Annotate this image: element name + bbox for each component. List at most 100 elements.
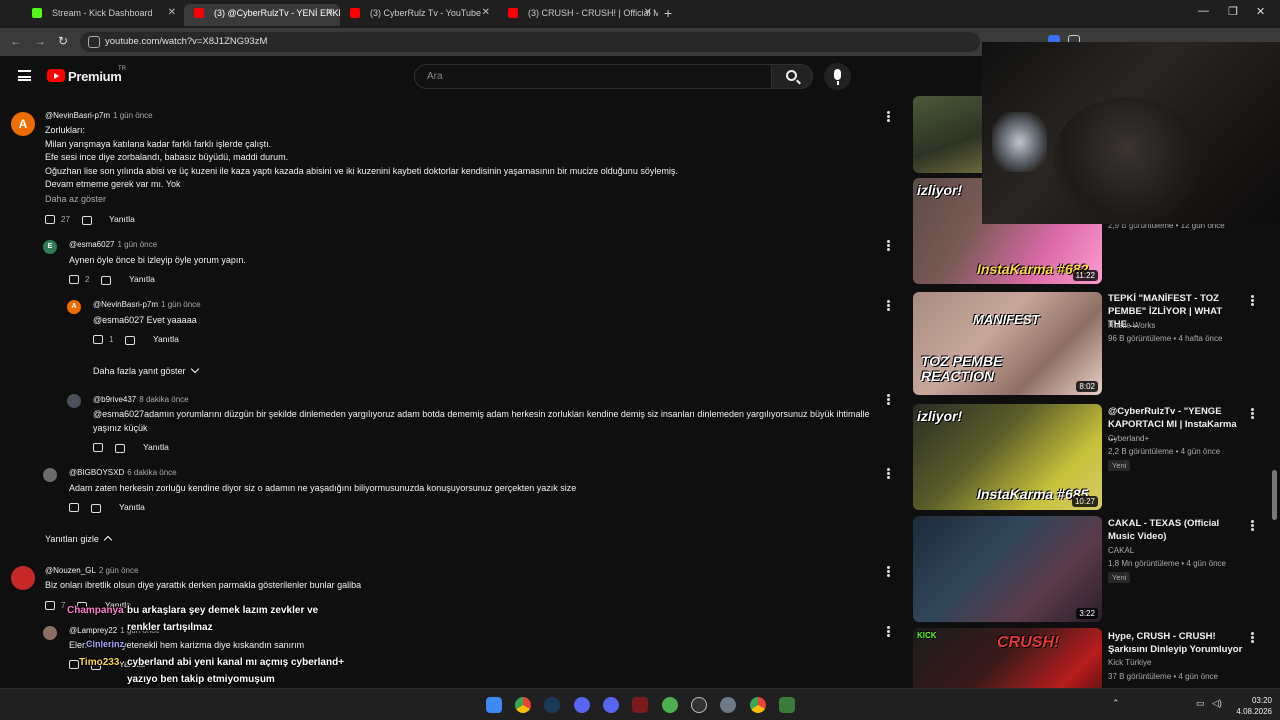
author-handle[interactable]: @NevinBasri-p7m: [45, 111, 110, 120]
video-thumbnail[interactable]: izliyor! InstaKarma #685 10:27: [913, 404, 1102, 510]
network-icon[interactable]: ▭: [1196, 698, 1205, 709]
author-handle[interactable]: @Nouzen_GL: [45, 566, 96, 575]
like-icon[interactable]: [93, 443, 103, 452]
video-thumbnail[interactable]: [913, 96, 987, 173]
avatar[interactable]: [67, 394, 81, 408]
video-title[interactable]: CAKAL - TEXAS (Official Music Video): [1108, 517, 1243, 543]
video-thumbnail[interactable]: KICK CRUSH!: [913, 628, 1102, 688]
comment-author[interactable]: @esma6027 1 gün önce: [69, 240, 157, 249]
avatar[interactable]: [11, 566, 35, 590]
reply-button[interactable]: Yanıtla: [129, 274, 155, 284]
hide-replies-button[interactable]: Yanıtları gizle: [45, 534, 113, 545]
like-icon[interactable]: [93, 335, 103, 344]
shield-icon[interactable]: [632, 697, 648, 713]
dislike-icon[interactable]: [101, 276, 111, 285]
forward-icon[interactable]: →: [34, 34, 46, 48]
site-info-icon[interactable]: [88, 36, 100, 48]
more-options-icon[interactable]: [1251, 520, 1254, 531]
comment-author[interactable]: @NevinBasri-p7m 1 gün önce: [93, 300, 201, 309]
more-options-icon[interactable]: [887, 566, 890, 577]
steam-icon[interactable]: [544, 697, 560, 713]
comment-time[interactable]: 1 gün önce: [113, 111, 153, 120]
hamburger-menu-icon[interactable]: [18, 70, 31, 81]
back-icon[interactable]: ←: [10, 34, 22, 48]
more-options-icon[interactable]: [887, 300, 890, 311]
avatar[interactable]: A: [67, 300, 81, 314]
video-title[interactable]: Hype, CRUSH - CRUSH! Şarkısını Dinleyip …: [1108, 630, 1243, 656]
minimize-icon[interactable]: —: [1198, 5, 1209, 17]
author-handle[interactable]: @esma6027: [69, 240, 114, 249]
comment-time[interactable]: 2 gün önce: [99, 566, 139, 575]
show-less-link[interactable]: Daha az göster: [45, 193, 106, 207]
like-icon[interactable]: [45, 601, 55, 610]
channel-name[interactable]: Cyberland+: [1108, 434, 1149, 443]
browser-tab-active[interactable]: (3) @CyberRulzTv - YENİ ERKEK ✕: [184, 4, 340, 26]
browser-tab-kick[interactable]: Stream - Kick Dashboard ✕: [22, 4, 182, 26]
new-tab-icon[interactable]: +: [664, 5, 672, 21]
chrome-icon[interactable]: [750, 697, 766, 713]
more-options-icon[interactable]: [1251, 295, 1254, 306]
url-field[interactable]: youtube.com/watch?v=X8J1ZNG93zM: [80, 32, 980, 52]
comment-time[interactable]: 1 gün önce: [161, 300, 201, 309]
comment-time[interactable]: 6 dakika önce: [127, 468, 176, 477]
more-options-icon[interactable]: [887, 626, 890, 637]
comment-author[interactable]: @BIGBOYSXD 6 dakika önce: [69, 468, 177, 477]
author-handle[interactable]: @Lamprey22: [69, 626, 117, 635]
channel-name[interactable]: CAKAL: [1108, 546, 1134, 555]
comment-time[interactable]: 1 gün önce: [117, 240, 157, 249]
system-clock[interactable]: 03:20 4.08.2026: [1230, 695, 1272, 717]
settings-icon[interactable]: [720, 697, 736, 713]
voice-search-button[interactable]: [824, 63, 851, 90]
close-icon[interactable]: ✕: [326, 4, 334, 22]
restore-icon[interactable]: ❐: [1228, 5, 1238, 18]
reply-button[interactable]: Yanıtla: [119, 502, 145, 512]
more-options-icon[interactable]: [1251, 632, 1254, 643]
dislike-icon[interactable]: [125, 336, 135, 345]
avatar[interactable]: E: [43, 240, 57, 254]
like-icon[interactable]: [69, 503, 79, 512]
windows-start-icon[interactable]: [486, 697, 502, 713]
reply-button[interactable]: Yanıtla: [143, 442, 169, 452]
search-input[interactable]: Ara: [414, 64, 772, 89]
author-handle[interactable]: @b9rive437: [93, 395, 136, 404]
youtube-logo-text[interactable]: Premium: [68, 69, 122, 84]
avatar[interactable]: [43, 468, 57, 482]
more-options-icon[interactable]: [887, 468, 890, 479]
dislike-icon[interactable]: [91, 504, 101, 513]
like-icon[interactable]: [69, 660, 79, 669]
more-options-icon[interactable]: [887, 394, 890, 405]
like-icon[interactable]: [69, 275, 79, 284]
like-icon[interactable]: [45, 215, 55, 224]
video-thumbnail[interactable]: MANIFEST TOZ PEMBE REACTION 8:02: [913, 292, 1102, 395]
comment-time[interactable]: 8 dakika önce: [139, 395, 188, 404]
reply-button[interactable]: Yanıtla: [109, 214, 135, 224]
discord-icon[interactable]: [574, 697, 590, 713]
more-options-icon[interactable]: [1251, 408, 1254, 419]
author-handle[interactable]: @BIGBOYSXD: [69, 468, 124, 477]
channel-name[interactable]: Kick Türkiye: [1108, 658, 1151, 667]
obs-icon[interactable]: [691, 697, 707, 713]
video-thumbnail[interactable]: 3:22: [913, 516, 1102, 622]
close-icon[interactable]: ✕: [482, 4, 490, 22]
dislike-icon[interactable]: [115, 444, 125, 453]
comment-author[interactable]: @b9rive437 8 dakika önce: [93, 395, 189, 404]
show-more-replies-button[interactable]: Daha fazla yanıt göster: [93, 364, 199, 376]
volume-icon[interactable]: ◁): [1212, 698, 1222, 709]
youtube-logo-icon[interactable]: [47, 69, 65, 82]
avatar[interactable]: A: [11, 112, 35, 136]
close-icon[interactable]: ✕: [644, 4, 652, 22]
channel-name[interactable]: Hustle Works: [1108, 321, 1155, 330]
recycle-icon[interactable]: [779, 697, 795, 713]
more-options-icon[interactable]: [887, 111, 890, 122]
search-button[interactable]: [771, 64, 813, 89]
reload-icon[interactable]: ↻: [58, 34, 68, 48]
author-handle[interactable]: @NevinBasri-p7m: [93, 300, 158, 309]
comment-author[interactable]: @Nouzen_GL 2 gün önce: [45, 566, 138, 575]
tray-chevron-icon[interactable]: ⌃: [1112, 698, 1120, 709]
comment-author[interactable]: @NevinBasri-p7m 1 gün önce: [45, 111, 153, 120]
discord-icon[interactable]: [603, 697, 619, 713]
avatar[interactable]: [43, 626, 57, 640]
close-icon[interactable]: ✕: [168, 4, 176, 22]
browser-tab-channel[interactable]: (3) CyberRulz Tv - YouTube ✕: [340, 4, 496, 26]
xbox-icon[interactable]: [662, 697, 678, 713]
